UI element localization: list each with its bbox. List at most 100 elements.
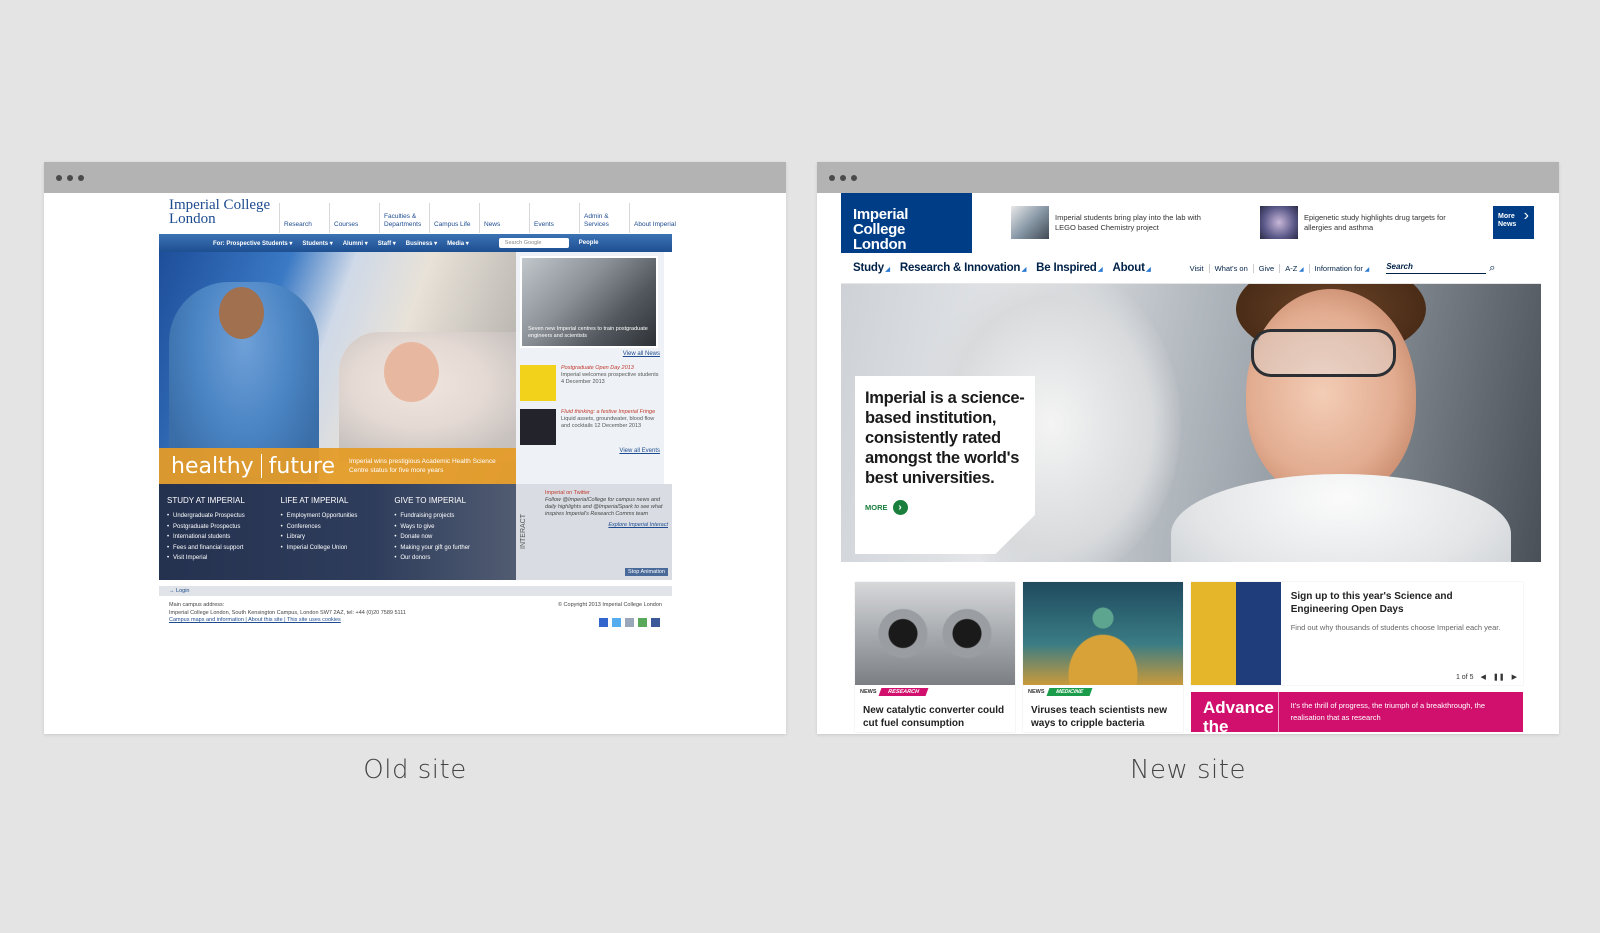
old-link[interactable]: Postgraduate Prospectus — [167, 522, 281, 533]
old-link[interactable]: Ways to give — [394, 522, 508, 533]
old-event-1-desc: Imperial welcomes prospective students 4… — [561, 372, 659, 385]
new-header: Imperial College London Imperial student… — [841, 193, 1541, 253]
old-people-link[interactable]: People — [579, 240, 599, 246]
nav-about[interactable]: About — [1112, 262, 1150, 274]
search-icon[interactable]: ⌕ — [1489, 262, 1495, 275]
window-dot — [67, 174, 73, 181]
old-event-2-title: Fluid thinking: a festive Imperial Fring… — [561, 409, 656, 415]
more-news-button[interactable]: More News — [1493, 206, 1534, 239]
header-news-item-1[interactable]: Imperial students bring play into the la… — [1011, 206, 1201, 239]
old-view-events-link[interactable]: View all Events — [520, 448, 660, 454]
old-stop-animation-button[interactable]: Stop Animation — [625, 568, 668, 576]
header-news-1-text: Imperial students bring play into the la… — [1055, 212, 1201, 232]
old-event-1[interactable]: Postgraduate Open Day 2013 Imperial welco… — [520, 365, 660, 401]
old-topnav-campus[interactable]: Campus Life — [429, 203, 479, 233]
old-view-news-link[interactable]: View all News — [520, 351, 660, 357]
old-login-link[interactable]: → Login — [159, 586, 672, 596]
tag-medicine[interactable]: MEDICINE — [1046, 688, 1092, 696]
old-header: Imperial College London Research Courses… — [159, 193, 676, 234]
old-audience-prospective[interactable]: For: Prospective Students ▾ — [213, 240, 292, 247]
old-topnav-courses[interactable]: Courses — [329, 203, 379, 233]
old-link[interactable]: Donate now — [394, 532, 508, 543]
old-event-2-text: Fluid thinking: a festive Imperial Fring… — [561, 409, 660, 445]
old-link[interactable]: Employment Opportunities — [281, 511, 395, 522]
old-hero-image[interactable]: healthy future Imperial wins prestigious… — [159, 252, 516, 484]
old-col-give: GIVE TO IMPERIAL Fundraising projects Wa… — [394, 496, 508, 568]
prev-icon[interactable]: ◀ — [1480, 673, 1485, 681]
old-topnav-news[interactable]: News — [479, 203, 529, 233]
old-audience-students[interactable]: Students ▾ — [302, 240, 332, 247]
old-footer-links-text[interactable]: Campus maps and information | About this… — [169, 617, 341, 623]
old-side-news-photo[interactable]: Seven new Imperial centres to train post… — [520, 256, 658, 348]
old-hero-title-b: future — [268, 453, 336, 479]
nav-give[interactable]: Give — [1252, 263, 1274, 273]
old-search-input[interactable]: Search Google — [498, 238, 569, 248]
nav-information-for[interactable]: Information for — [1308, 263, 1370, 273]
open-days-tile[interactable]: Sign up to this year's Science and Engin… — [1191, 582, 1523, 685]
old-col-life-title: LIFE AT IMPERIAL — [280, 496, 349, 505]
flickr-icon[interactable] — [625, 618, 634, 627]
old-topnav-about[interactable]: About Imperial — [629, 203, 679, 233]
old-page: Imperial College London Research Courses… — [159, 193, 676, 734]
old-audience-staff[interactable]: Staff ▾ — [378, 240, 396, 247]
itunes-icon[interactable] — [638, 618, 647, 627]
nav-a-z[interactable]: A-Z — [1279, 263, 1303, 273]
old-audience-media[interactable]: Media ▾ — [447, 240, 469, 247]
old-copyright: © Copyright 2013 Imperial College London — [557, 602, 662, 608]
old-topnav: Research Courses Faculties & Departments… — [279, 203, 679, 233]
exhaust-pipes-image — [855, 582, 1015, 685]
news-tile-viruses[interactable]: NEWS MEDICINE Viruses teach scientists n… — [1023, 582, 1183, 732]
old-audience-alumni[interactable]: Alumni ▾ — [343, 240, 368, 247]
old-audience-bar: For: Prospective Students ▾ Students ▾ A… — [159, 234, 672, 252]
nav-be-inspired[interactable]: Be Inspired — [1036, 262, 1102, 274]
next-icon[interactable]: ▶ — [1512, 673, 1517, 681]
facebook-icon[interactable] — [651, 618, 660, 627]
old-twitter-title[interactable]: Imperial on Twitter — [545, 490, 668, 497]
old-link[interactable]: Conferences — [281, 522, 395, 533]
nav-visit[interactable]: Visit — [1185, 264, 1204, 273]
advance-banner[interactable]: Advance the world It's the thrill of pro… — [1191, 692, 1523, 732]
old-topnav-admin[interactable]: Admin & Services — [579, 203, 629, 233]
old-topnav-research[interactable]: Research — [279, 203, 329, 233]
old-bottom-panel: STUDY AT IMPERIAL Undergraduate Prospect… — [159, 484, 672, 580]
old-link[interactable]: Imperial College Union — [281, 543, 395, 554]
nav-research-innovation[interactable]: Research & Innovation — [900, 262, 1026, 274]
old-audience-business[interactable]: Business ▾ — [406, 240, 437, 247]
old-explore-link[interactable]: Explore Imperial Interact — [545, 522, 668, 529]
new-tiles: NEWS RESEARCH New catalytic converter co… — [841, 582, 1541, 734]
tile-tags: NEWS RESEARCH — [855, 685, 1015, 696]
old-topnav-faculties[interactable]: Faculties & Departments — [379, 203, 429, 233]
old-link[interactable]: Visit Imperial — [167, 553, 281, 564]
window-titlebar — [817, 162, 1559, 193]
open-days-image — [1191, 582, 1281, 685]
old-interact-panel: INTERACT Imperial on Twitter Follow @Imp… — [516, 484, 672, 580]
old-link[interactable]: Making your gift go further — [394, 543, 508, 554]
header-news-item-2[interactable]: Epigenetic study highlights drug targets… — [1260, 206, 1470, 239]
old-topnav-events[interactable]: Events — [529, 203, 579, 233]
new-logo[interactable]: Imperial College London — [841, 193, 972, 253]
old-link[interactable]: Undergraduate Prospectus — [167, 511, 281, 522]
old-link[interactable]: Fundraising projects — [394, 511, 508, 522]
new-search-input[interactable]: Search — [1386, 262, 1487, 274]
old-hero-text: Imperial wins prestigious Academic Healt… — [349, 458, 496, 474]
student-face — [1246, 289, 1416, 499]
old-link[interactable]: International students — [167, 532, 281, 543]
pause-icon[interactable]: ❚❚ — [1493, 673, 1505, 681]
old-event-2[interactable]: Fluid thinking: a festive Imperial Fring… — [520, 409, 660, 445]
tour-guide-thumbnail — [520, 365, 556, 401]
old-link[interactable]: Fees and financial support — [167, 543, 281, 554]
old-interact-label: INTERACT — [520, 514, 527, 550]
twitter-icon[interactable] — [612, 618, 621, 627]
old-col-study: STUDY AT IMPERIAL Undergraduate Prospect… — [167, 496, 281, 568]
virus-image — [1023, 582, 1183, 685]
old-link[interactable]: Our donors — [394, 553, 508, 564]
delicious-icon[interactable] — [599, 618, 608, 627]
hero-more-link[interactable]: MORE › — [865, 500, 1025, 515]
news-tile-catalytic[interactable]: NEWS RESEARCH New catalytic converter co… — [855, 582, 1015, 732]
tile-title: Viruses teach scientists new ways to cri… — [1031, 705, 1167, 729]
nav-study[interactable]: Study — [853, 262, 890, 274]
tag-research[interactable]: RESEARCH — [878, 688, 928, 696]
old-link[interactable]: Library — [281, 532, 395, 543]
old-logo[interactable]: Imperial College London — [169, 198, 274, 227]
nav-whats-on[interactable]: What's on — [1208, 263, 1248, 273]
